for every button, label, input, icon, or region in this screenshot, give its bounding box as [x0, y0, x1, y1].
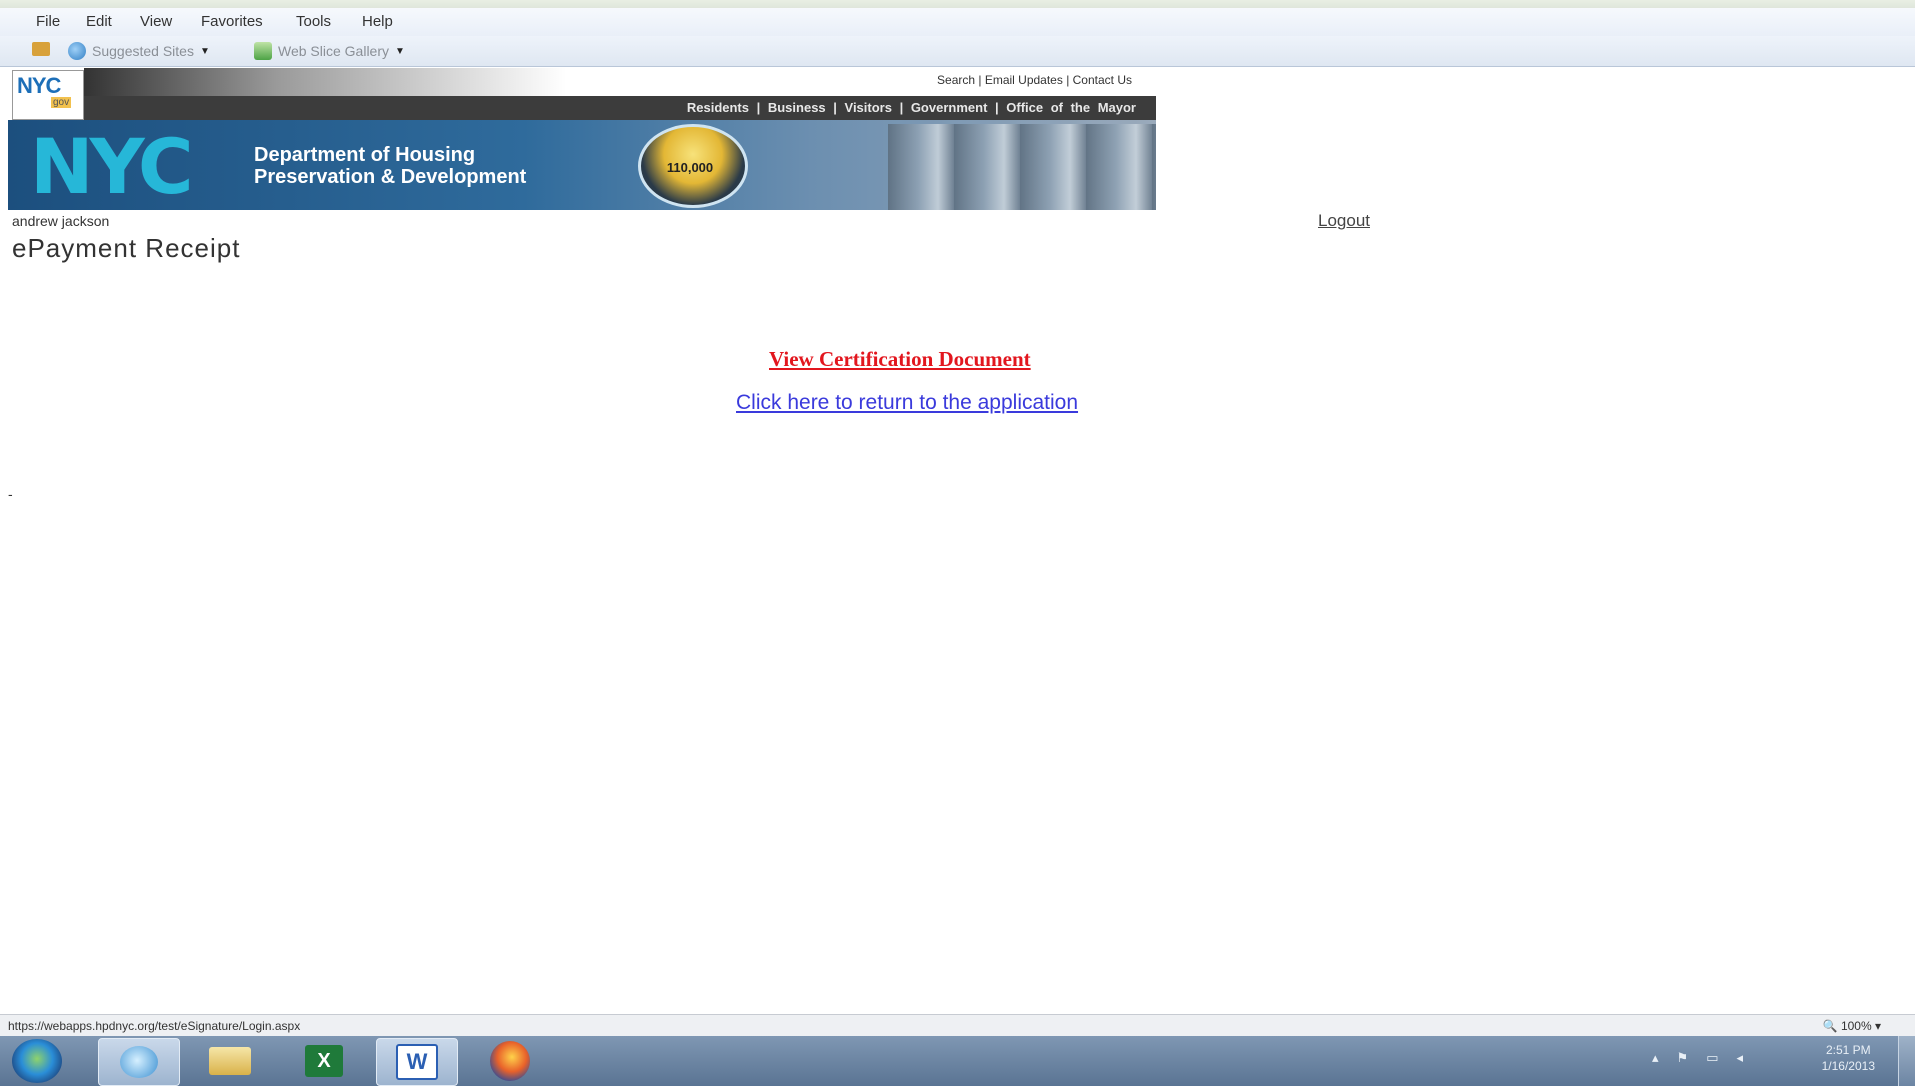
- firefox-icon: [490, 1041, 530, 1081]
- web-slice-icon: [254, 42, 272, 60]
- menu-view[interactable]: View: [140, 13, 172, 30]
- favorites-home-button[interactable]: [32, 42, 50, 56]
- taskbar-ie[interactable]: [98, 1038, 180, 1086]
- folder-icon: [209, 1047, 251, 1075]
- ie-icon: [120, 1046, 158, 1078]
- web-slice-gallery-label: Web Slice Gallery: [278, 43, 390, 59]
- system-tray: ▴ ⚑ ▭ ◂: [1652, 1050, 1743, 1066]
- taskbar-word[interactable]: W: [376, 1038, 458, 1086]
- return-to-application-link[interactable]: Click here to return to the application: [736, 391, 1078, 415]
- web-slice-gallery-button[interactable]: Web Slice Gallery ▼: [254, 42, 405, 60]
- show-hidden-icons-icon[interactable]: ▴: [1652, 1050, 1659, 1066]
- flag-icon[interactable]: ⚑: [1677, 1050, 1689, 1066]
- suggested-sites-button[interactable]: Suggested Sites ▼: [68, 42, 210, 60]
- show-desktop-button[interactable]: [1898, 1036, 1915, 1086]
- zoom-level[interactable]: 🔍 100% ▾: [1823, 1019, 1881, 1033]
- menu-file[interactable]: File: [36, 13, 60, 30]
- department-name: Department of Housing Preservation & Dev…: [254, 144, 527, 188]
- taskbar: X W ▴ ⚑ ▭ ◂ 2:51 PM 1/16/2013: [0, 1036, 1915, 1086]
- menu-tools[interactable]: Tools: [296, 13, 331, 30]
- word-icon: W: [396, 1044, 438, 1080]
- chevron-down-icon: ▼: [199, 45, 210, 57]
- site-header: NYC gov Search | Email Updates | Contact…: [8, 68, 1156, 210]
- menu-edit[interactable]: Edit: [86, 13, 112, 30]
- suggested-sites-label: Suggested Sites: [92, 43, 194, 59]
- status-url: https://webapps.hpdnyc.org/test/eSignatu…: [8, 1019, 301, 1033]
- user-name: andrew jackson: [12, 213, 110, 229]
- start-button[interactable]: [12, 1039, 62, 1083]
- taskbar-excel[interactable]: X: [284, 1038, 364, 1084]
- taskbar-firefox[interactable]: [470, 1038, 550, 1084]
- clock[interactable]: 2:51 PM 1/16/2013: [1822, 1042, 1875, 1074]
- main-nav: Residents | Business | Visitors | Govern…: [84, 96, 1156, 120]
- taskbar-explorer[interactable]: [190, 1038, 270, 1084]
- view-certification-link[interactable]: View Certification Document: [769, 347, 1031, 372]
- menu-bar: File Edit View Favorites Tools Help: [0, 8, 1915, 36]
- ie-icon: [68, 42, 86, 60]
- top-links[interactable]: Search | Email Updates | Contact Us: [937, 73, 1132, 87]
- excel-icon: X: [305, 1045, 343, 1077]
- menu-favorites[interactable]: Favorites: [201, 13, 263, 30]
- status-bar: https://webapps.hpdnyc.org/test/eSignatu…: [0, 1014, 1915, 1037]
- agency-banner: NYC Department of Housing Preservation &…: [8, 120, 1156, 210]
- header-gradient: Search | Email Updates | Contact Us: [84, 68, 1156, 96]
- volume-icon[interactable]: ◂: [1736, 1050, 1743, 1066]
- building-facade-image: [888, 124, 1156, 210]
- nyc-logo: NYC: [30, 122, 194, 210]
- page-title: ePayment Receipt: [12, 233, 241, 263]
- network-icon[interactable]: ▭: [1706, 1050, 1718, 1066]
- logout-link[interactable]: Logout: [1318, 211, 1370, 231]
- favorites-bar: Suggested Sites ▼ Web Slice Gallery ▼: [0, 36, 1915, 67]
- nav-links[interactable]: Residents | Business | Visitors | Govern…: [687, 100, 1136, 115]
- menu-help[interactable]: Help: [362, 13, 393, 30]
- favorites-star-icon: [32, 42, 50, 56]
- window-top-strip: [0, 0, 1915, 8]
- badge-label: 110,000: [666, 160, 714, 175]
- stray-dash: -: [8, 486, 13, 502]
- nyc-gov-logo[interactable]: NYC gov: [12, 70, 84, 120]
- chevron-down-icon: ▼: [395, 45, 405, 57]
